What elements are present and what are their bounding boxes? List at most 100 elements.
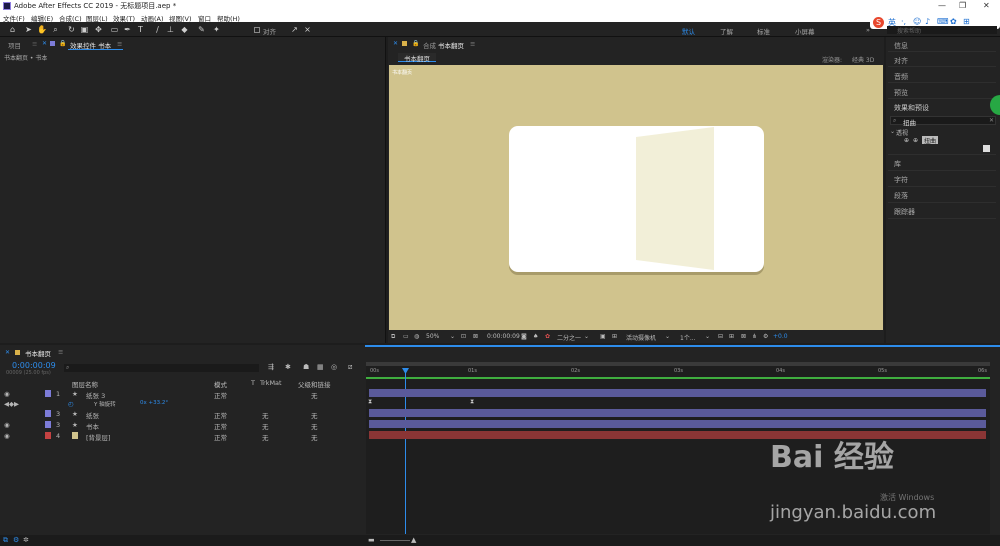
new-preset-icon[interactable] xyxy=(983,145,990,152)
panel-paragraph[interactable]: 段落 xyxy=(894,191,908,201)
flowchart-icon[interactable]: ⋔ xyxy=(752,333,757,340)
layer-bar[interactable] xyxy=(369,420,986,428)
show-snapshot-icon[interactable]: ♠ xyxy=(533,333,538,340)
rectangle-tool-icon[interactable]: ▭ xyxy=(110,25,119,34)
workspace-default[interactable]: 默认 xyxy=(682,26,695,36)
close-tab-icon[interactable]: ✕ xyxy=(42,40,47,47)
panel-library[interactable]: 库 xyxy=(894,159,901,169)
effect-item-highlighted[interactable]: 扭曲 xyxy=(922,136,938,145)
eye-icon[interactable]: ◉ xyxy=(4,432,10,440)
tab-timeline[interactable]: 书本翻页 xyxy=(25,348,51,358)
ime-voice-icon[interactable]: ♪ xyxy=(925,17,930,26)
lock-icon[interactable]: 🔒 xyxy=(59,40,66,47)
close-tab-icon[interactable]: ✕ xyxy=(5,349,10,356)
label-color[interactable] xyxy=(45,390,51,397)
timeline-icon[interactable]: ⊠ xyxy=(741,333,746,340)
workspace-learn[interactable]: 了解 xyxy=(720,26,733,36)
effects-search-input[interactable]: ⌕ 扭曲 ✕ xyxy=(890,116,996,127)
eye-icon[interactable]: ◉ xyxy=(4,390,10,398)
property-row[interactable]: ◀◆▶ ◴ Y 轴旋转 0x +33.2° xyxy=(0,399,365,409)
frame-blending-icon[interactable]: ▦ xyxy=(317,363,324,371)
panel-menu-icon[interactable]: ≡ xyxy=(117,40,122,48)
close-button[interactable]: ✕ xyxy=(983,1,990,10)
zoom-slider[interactable] xyxy=(380,540,410,541)
channel-icon[interactable]: ✿ xyxy=(545,333,550,340)
snapshot-icon[interactable]: ◙ xyxy=(521,333,527,340)
chevron-down-icon[interactable]: ⌄ xyxy=(705,333,710,340)
chevron-down-icon[interactable]: ⌄ xyxy=(584,333,589,340)
motion-blur-icon[interactable]: ◎ xyxy=(331,363,337,371)
layer-row[interactable]: 3 ★ 纸张 正常 无 无 xyxy=(0,409,365,420)
lock-icon[interactable]: 🔒 xyxy=(412,40,419,47)
column-parent[interactable]: 父级和链接 xyxy=(298,379,331,389)
layer-trkmat[interactable]: 无 xyxy=(262,432,269,442)
chevron-down-icon[interactable]: ⌄ xyxy=(665,333,670,340)
workspace-standard[interactable]: 标准 xyxy=(757,26,770,36)
pen-tool-icon[interactable]: ✒ xyxy=(123,25,132,34)
label-color[interactable] xyxy=(45,421,51,428)
layer-row[interactable]: ◉ 1 ★ 纸张 3 正常 无 xyxy=(0,389,365,400)
layer-name[interactable]: 纸张 xyxy=(86,410,99,420)
zoom-out-icon[interactable]: ▬ xyxy=(368,536,375,544)
hand-tool-icon[interactable]: ✋ xyxy=(37,25,47,34)
views-value[interactable]: 1个... xyxy=(680,333,696,342)
home-icon[interactable]: ⌂ xyxy=(8,25,17,34)
exposure-value[interactable]: +0.0 xyxy=(773,333,788,340)
effects-folder[interactable]: 透视 xyxy=(896,128,908,137)
panel-menu-icon[interactable]: ≡ xyxy=(58,348,63,356)
ime-grid-icon[interactable]: ⊞ xyxy=(963,17,970,26)
keyframe-nav-icon[interactable]: ◀◆▶ xyxy=(4,400,19,408)
settings-icon[interactable]: ✲ xyxy=(23,536,29,544)
minimize-button[interactable]: — xyxy=(938,1,946,10)
always-preview-icon[interactable]: ⧉ xyxy=(391,333,395,341)
zoom-in-icon[interactable]: ▲ xyxy=(411,536,416,544)
label-color[interactable] xyxy=(45,432,51,439)
target-region-icon[interactable]: ▣ xyxy=(600,333,606,340)
region-of-interest-icon[interactable]: ▭ xyxy=(403,333,409,340)
layer-row[interactable]: ◉ 3 ★ 书本 正常 无 无 xyxy=(0,420,365,431)
tab-composition[interactable]: 书本翻页 xyxy=(438,40,464,50)
rotate-tool-icon[interactable]: ↻ xyxy=(67,25,76,34)
layer-bar[interactable] xyxy=(369,409,986,417)
ime-skin-icon[interactable]: ✿ xyxy=(950,17,957,26)
layer-bar[interactable] xyxy=(369,389,986,397)
panel-align[interactable]: 对齐 xyxy=(894,56,908,66)
tab-project[interactable]: 项目 xyxy=(8,40,21,50)
render-time-icon[interactable]: ⧉ xyxy=(3,536,8,545)
timeline-current-time[interactable]: 0:00:00:09 xyxy=(12,361,56,370)
label-color[interactable] xyxy=(45,410,51,417)
column-t[interactable]: T xyxy=(251,379,255,387)
playhead-handle[interactable] xyxy=(402,368,409,374)
toggle-pixel-icon[interactable]: ⊟ xyxy=(718,333,723,340)
pan-behind-tool-icon[interactable]: ✥ xyxy=(94,25,103,34)
keyframe-icon[interactable]: ⧗ xyxy=(368,398,372,406)
zoom-tool-icon[interactable]: ⌕ xyxy=(51,25,60,34)
eraser-tool-icon[interactable]: ◆ xyxy=(180,25,189,34)
layer-name[interactable]: [背景层] xyxy=(86,432,111,442)
ime-emoji-icon[interactable]: ☺ xyxy=(913,17,921,26)
renderer-value[interactable]: 经典 3D xyxy=(852,55,874,64)
comp-mini-flowchart-icon[interactable]: ⇶ xyxy=(268,363,274,371)
shy-layers-icon[interactable]: ☗ xyxy=(303,363,309,371)
brush-tool-icon[interactable]: ∕ xyxy=(153,25,162,34)
panel-tracker[interactable]: 跟踪器 xyxy=(894,207,915,217)
grid-icon[interactable]: ⊠ xyxy=(473,333,478,340)
tab-composition-prefix[interactable]: 合成 xyxy=(423,40,436,50)
layer-parent[interactable]: 无 xyxy=(311,432,318,442)
stopwatch-icon[interactable]: ◴ xyxy=(68,400,74,408)
panel-menu-icon[interactable]: ≡ xyxy=(32,40,37,48)
graph-editor-icon[interactable]: ⧄ xyxy=(348,363,352,372)
column-layer-name[interactable]: 图层名称 xyxy=(72,379,98,389)
zoom-value[interactable]: 50% xyxy=(426,333,439,340)
floating-assistant-icon[interactable] xyxy=(990,95,1000,115)
transparency-grid-icon[interactable]: ⊞ xyxy=(612,333,617,340)
fit-icon[interactable]: ⊡ xyxy=(461,333,466,340)
ime-keyboard-icon[interactable]: ⌨ xyxy=(937,17,949,26)
close-tab-icon[interactable]: ✕ xyxy=(393,40,398,47)
paper-layer[interactable] xyxy=(636,127,714,270)
puppet-tool-icon[interactable]: ✦ xyxy=(212,25,221,34)
clone-stamp-tool-icon[interactable]: ⊥ xyxy=(166,25,175,34)
layer-parent[interactable]: 无 xyxy=(311,410,318,420)
property-value[interactable]: 0x +33.2° xyxy=(140,400,168,406)
snap-checkbox[interactable] xyxy=(254,27,260,33)
